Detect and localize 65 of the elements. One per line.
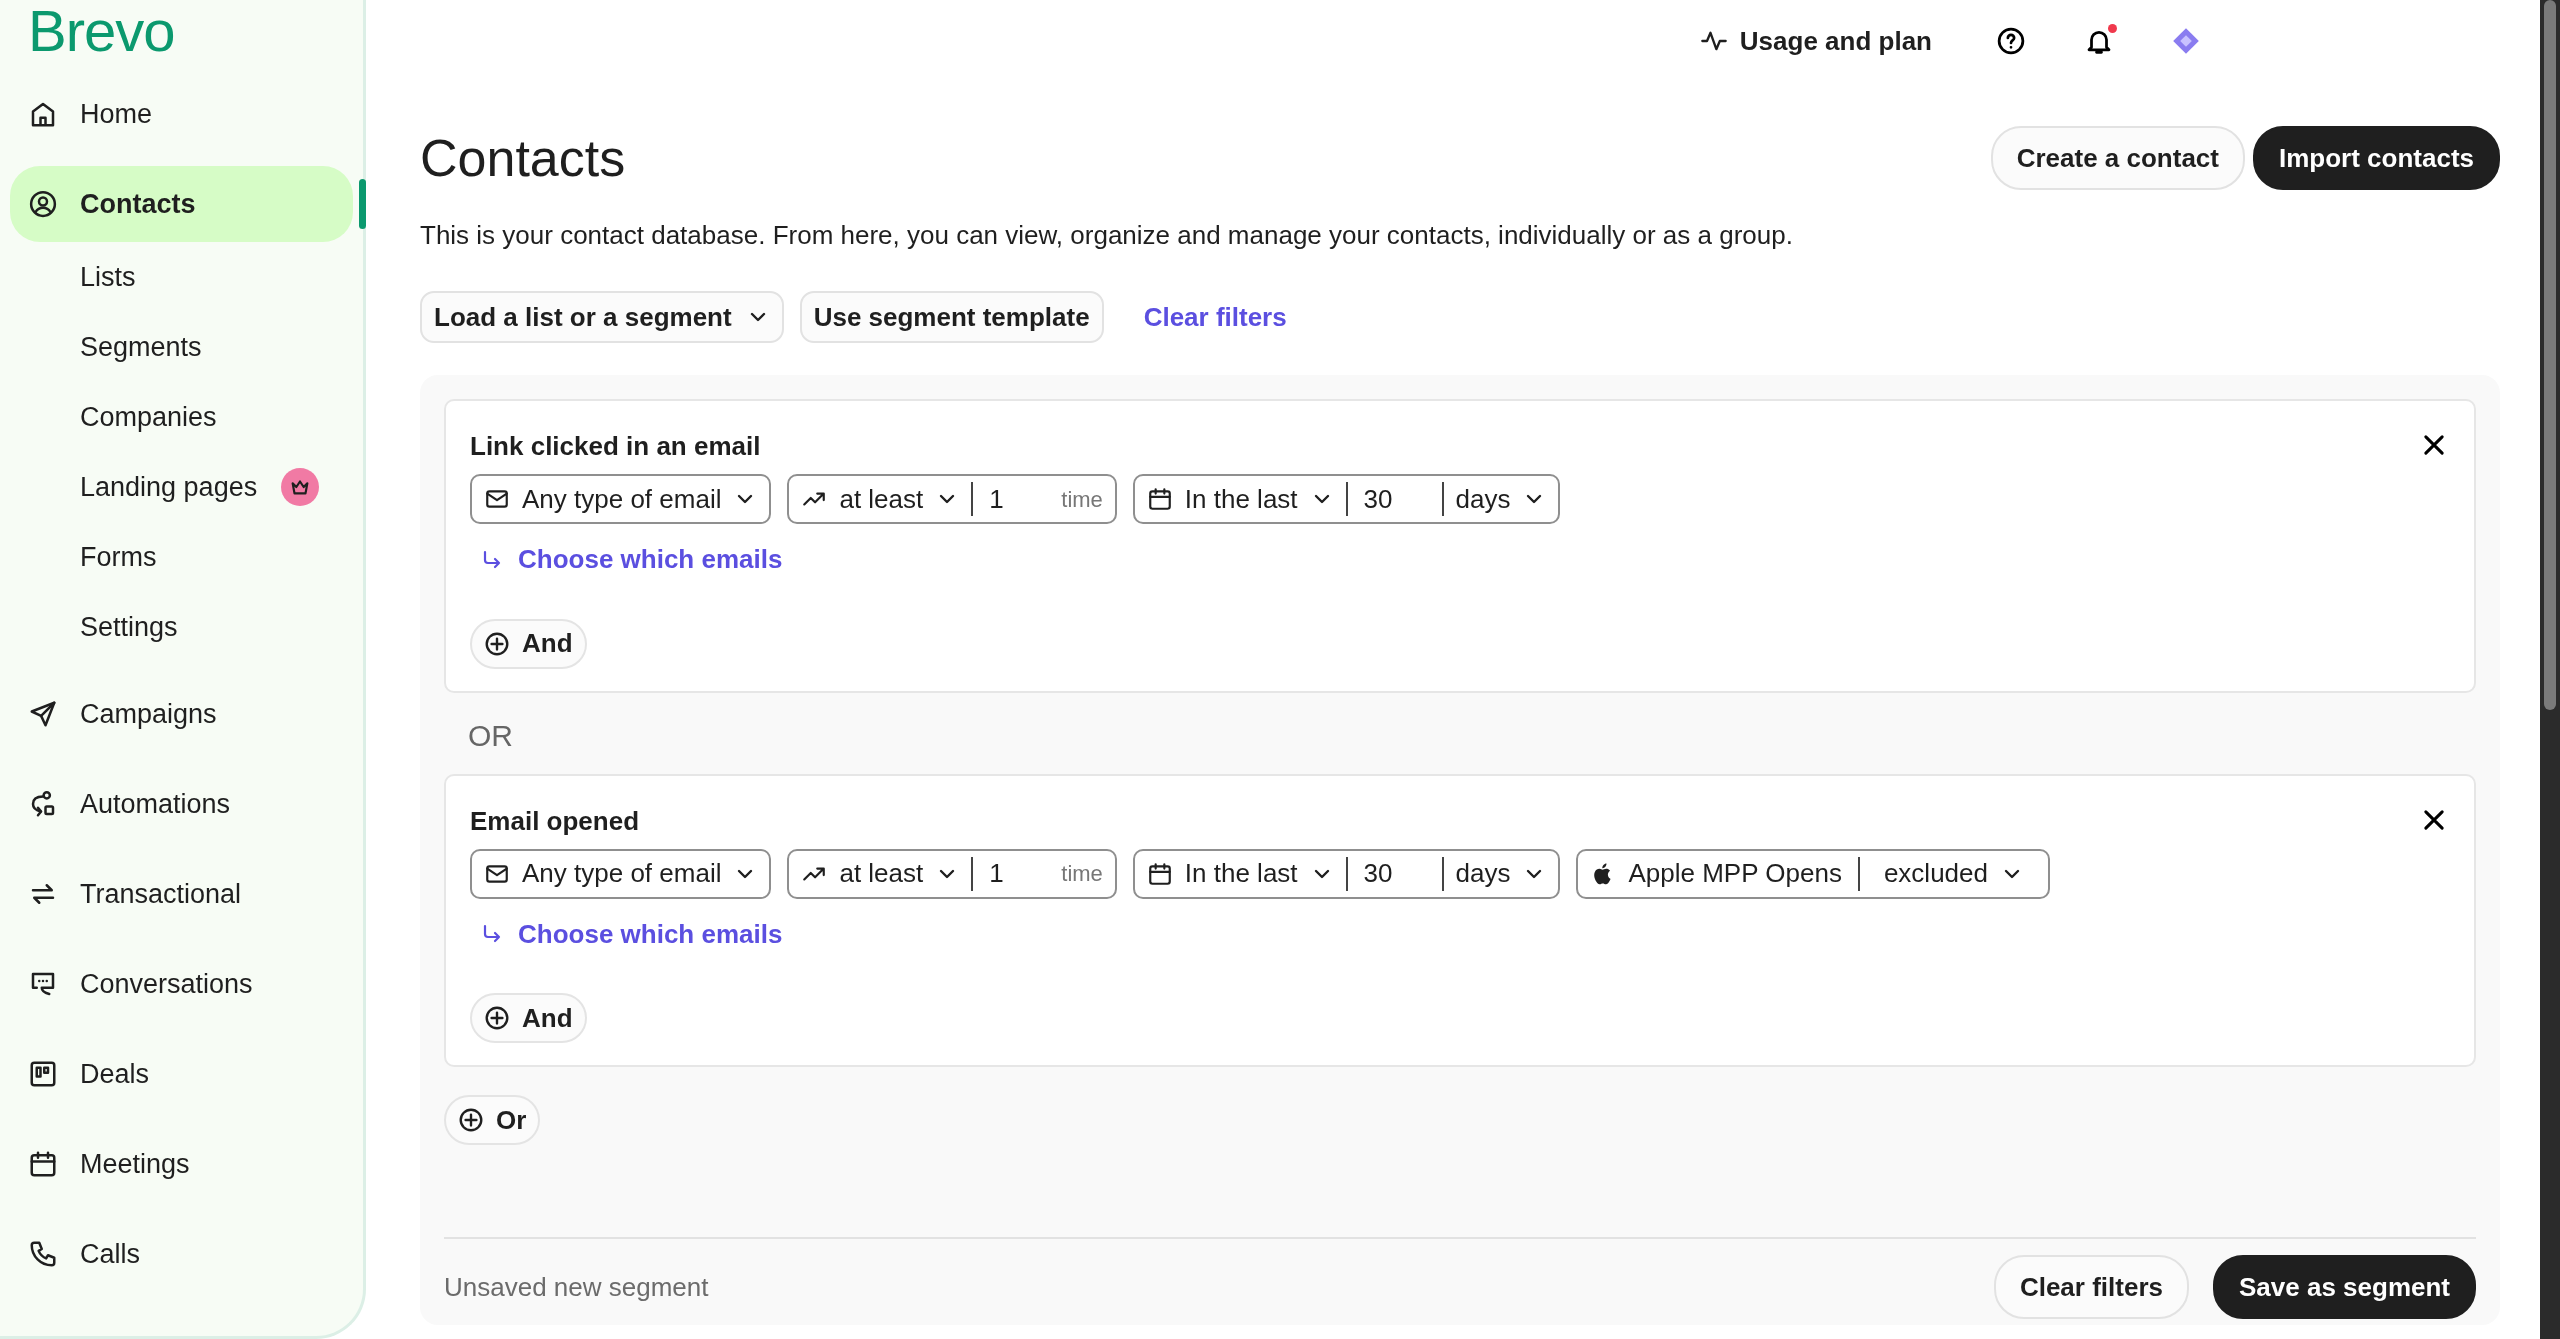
sidebar-subitem[interactable]: Lists [80, 256, 136, 298]
board-icon [28, 1059, 58, 1089]
plus-circle-icon [458, 1107, 484, 1133]
sidebar-item[interactable]: Transactional [10, 856, 353, 932]
sidebar-item[interactable]: Calls [10, 1216, 353, 1292]
clear-filters-button[interactable]: Clear filters [1993, 1255, 2189, 1319]
help-button[interactable] [1996, 26, 2026, 56]
sidebar-item[interactable]: Home [10, 76, 353, 152]
sidebar-subitem[interactable]: Settings [80, 606, 178, 648]
exclusion-dropdown[interactable]: excluded [1871, 854, 2036, 893]
email-type-dropdown[interactable]: Any type of email [522, 854, 758, 893]
calendar-icon [28, 1149, 58, 1179]
segment-status: Unsaved new segment [444, 1270, 709, 1304]
unit-dropdown[interactable]: days [1455, 479, 1547, 519]
user-circle-icon [28, 189, 58, 219]
calendar-icon [1146, 486, 1173, 512]
and-button[interactable]: And [470, 618, 587, 669]
segment-template-button[interactable]: Use segment template [799, 291, 1104, 343]
unit-label: time [1061, 860, 1103, 888]
usage-button[interactable]: Usage and plan [1693, 20, 1938, 62]
or-separator: OR [467, 717, 514, 754]
period-dropdown[interactable]: In the last [1184, 854, 1334, 893]
sidebar-subitem[interactable]: Landing pages [80, 466, 258, 508]
app-button[interactable] [2172, 27, 2200, 55]
choose-emails-link[interactable]: Choose which emails [480, 540, 783, 579]
sidebar-item[interactable]: Deals [10, 1036, 353, 1112]
email-type-dropdown[interactable]: Any type of email [522, 479, 758, 519]
calendar-icon [1146, 860, 1173, 887]
filter-title: Email opened [470, 804, 640, 838]
sidebar-subitem[interactable]: Segments [80, 326, 202, 368]
import-button[interactable]: Import contacts [2252, 126, 2500, 190]
load-segment-dropdown[interactable]: Load a list or a segment [420, 291, 784, 343]
period-dropdown[interactable]: In the last [1184, 479, 1334, 519]
phone-icon [28, 1239, 58, 1269]
unit-dropdown[interactable]: days [1455, 854, 1547, 893]
page-title: Contacts [420, 127, 626, 189]
sidebar-item[interactable]: Automations [10, 766, 353, 842]
choose-emails-link[interactable]: Choose which emails [480, 914, 783, 954]
page-description: This is your contact database. From here, you can view, organize and manage your contacts, individually or as a group. [420, 219, 1794, 252]
sidebar-subitem[interactable]: Companies [80, 396, 217, 438]
period-input[interactable]: 30 [1359, 479, 1430, 519]
paper-plane-icon [28, 699, 58, 729]
sidebar-item[interactable]: Campaigns [10, 676, 353, 752]
create-button[interactable]: Create a contact [1990, 126, 2245, 190]
count-input[interactable]: 1 [985, 479, 1050, 519]
sidebar-item[interactable]: Meetings [10, 1126, 353, 1202]
help-icon [1996, 26, 2026, 56]
or-button[interactable]: Or [444, 1095, 541, 1145]
sidebar-item[interactable]: Conversations [10, 946, 353, 1022]
plus-circle-icon [484, 1005, 510, 1031]
clear-filters-link[interactable]: Clear filters [1119, 297, 1311, 337]
filter-title: Link clicked in an email [470, 430, 761, 463]
count-input[interactable]: 1 [985, 854, 1050, 893]
sidebar-item[interactable]: Contacts [10, 166, 353, 242]
period-input[interactable]: 30 [1359, 854, 1430, 893]
active-indicator [359, 179, 366, 229]
plus-circle-icon [484, 630, 510, 657]
diamond-icon [2172, 27, 2200, 55]
operator-dropdown[interactable]: at least [839, 479, 960, 519]
unit-label: time [1061, 485, 1103, 514]
operator-dropdown[interactable]: at least [839, 854, 960, 893]
save-segment-button[interactable]: Save as segment [2213, 1255, 2476, 1319]
sidebar-subitem[interactable]: Forms [80, 536, 157, 578]
and-button[interactable]: And [470, 993, 587, 1043]
apple-mpp-label: Apple MPP Opens [1628, 857, 1842, 890]
